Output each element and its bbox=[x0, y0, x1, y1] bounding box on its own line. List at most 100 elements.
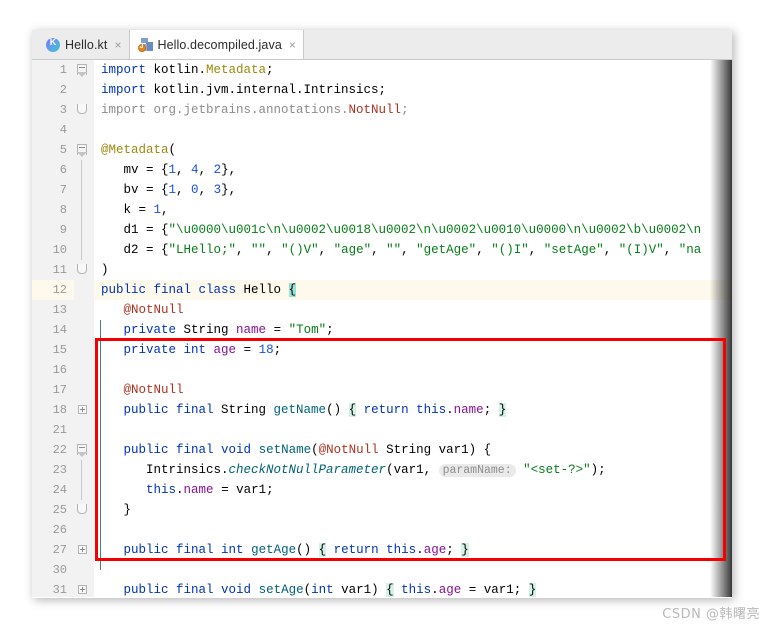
inlay-hint-paramname[interactable]: paramName: bbox=[438, 464, 516, 477]
code-area[interactable]: 1 import kotlin.Metadata; 2 import kotli… bbox=[32, 60, 732, 597]
code-line[interactable]: 31 public final void setAge(int var1) { … bbox=[32, 580, 732, 597]
fold-gutter[interactable] bbox=[74, 560, 94, 580]
code-text: Intrinsics.checkNotNullParameter(var1, p… bbox=[101, 463, 606, 477]
ide-editor-window: Hello.kt × Hello.decompiled.java × bbox=[32, 30, 732, 598]
line-number: 25 bbox=[32, 500, 74, 520]
line-number: 5 bbox=[32, 140, 74, 160]
code-line[interactable]: 14 private String name = "Tom"; bbox=[32, 320, 732, 340]
line-number: 30 bbox=[32, 560, 74, 580]
line-number: 10 bbox=[32, 240, 74, 260]
fold-gutter[interactable] bbox=[74, 380, 94, 400]
line-number: 13 bbox=[32, 300, 74, 320]
code-line[interactable]: 25 } bbox=[32, 500, 732, 520]
code-text: public final void setName(@NotNull Strin… bbox=[123, 443, 492, 457]
line-number: 21 bbox=[32, 420, 74, 440]
code-line[interactable]: 6 mv = {1, 4, 2}, bbox=[32, 160, 732, 180]
screenshot-root: Hello.kt × Hello.decompiled.java × bbox=[0, 0, 768, 626]
code-text: import kotlin.Metadata; bbox=[101, 63, 274, 77]
line-number: 23 bbox=[32, 460, 74, 480]
fold-gutter[interactable] bbox=[74, 440, 94, 460]
code-line[interactable]: 30 bbox=[32, 560, 732, 580]
code-text: public final int getAge() { return this.… bbox=[123, 543, 469, 557]
code-line[interactable]: 23 Intrinsics.checkNotNullParameter(var1… bbox=[32, 460, 732, 480]
line-number: 15 bbox=[32, 340, 74, 360]
code-line[interactable]: 8 k = 1, bbox=[32, 200, 732, 220]
fold-end-icon bbox=[77, 264, 87, 274]
fold-gutter[interactable] bbox=[74, 320, 94, 340]
fold-gutter[interactable] bbox=[74, 60, 94, 80]
fold-gutter[interactable] bbox=[74, 140, 94, 160]
code-line[interactable]: 15 private int age = 18; bbox=[32, 340, 732, 360]
code-editor[interactable]: 1 import kotlin.Metadata; 2 import kotli… bbox=[32, 60, 732, 597]
fold-gutter[interactable] bbox=[74, 300, 94, 320]
code-line[interactable]: 4 bbox=[32, 120, 732, 140]
code-line[interactable]: 24 this.name = var1; bbox=[32, 480, 732, 500]
fold-gutter[interactable] bbox=[74, 540, 94, 560]
tab-hello-kt[interactable]: Hello.kt × bbox=[38, 30, 129, 59]
line-number: 24 bbox=[32, 480, 74, 500]
fold-gutter[interactable] bbox=[74, 200, 94, 220]
tab-label: Hello.decompiled.java bbox=[157, 37, 282, 52]
code-text: this.name = var1; bbox=[146, 483, 274, 497]
line-number: 16 bbox=[32, 360, 74, 380]
fold-gutter[interactable] bbox=[74, 480, 94, 500]
code-line[interactable]: 16 bbox=[32, 360, 732, 380]
code-line[interactable]: 27 public final int getAge() { return th… bbox=[32, 540, 732, 560]
editor-tab-bar: Hello.kt × Hello.decompiled.java × bbox=[32, 30, 732, 60]
tab-label: Hello.kt bbox=[65, 37, 108, 52]
tab-hello-decompiled-java[interactable]: Hello.decompiled.java × bbox=[128, 30, 304, 59]
fold-gutter[interactable] bbox=[74, 220, 94, 240]
code-line[interactable]: 13 @NotNull bbox=[32, 300, 732, 320]
code-line[interactable]: 7 bv = {1, 0, 3}, bbox=[32, 180, 732, 200]
code-text: import kotlin.jvm.internal.Intrinsics; bbox=[101, 83, 387, 97]
code-line[interactable]: 1 import kotlin.Metadata; bbox=[32, 60, 732, 80]
fold-gutter[interactable] bbox=[74, 400, 94, 420]
fold-gutter[interactable] bbox=[74, 160, 94, 180]
fold-gutter[interactable] bbox=[74, 340, 94, 360]
line-number: 8 bbox=[32, 200, 74, 220]
line-number: 11 bbox=[32, 260, 74, 280]
code-line[interactable]: 18 public final String getName() { retur… bbox=[32, 400, 732, 420]
fold-gutter[interactable] bbox=[74, 280, 94, 300]
code-text: private int age = 18; bbox=[123, 343, 282, 357]
code-text: @NotNull bbox=[123, 303, 184, 317]
line-number: 27 bbox=[32, 540, 74, 560]
fold-gutter[interactable] bbox=[74, 180, 94, 200]
code-line[interactable]: 21 bbox=[32, 420, 732, 440]
fold-collapsed-icon bbox=[78, 405, 87, 414]
code-line[interactable]: 5 @Metadata( bbox=[32, 140, 732, 160]
code-line[interactable]: 2 import kotlin.jvm.internal.Intrinsics; bbox=[32, 80, 732, 100]
code-text: d2 = {"LHello;", "", "()V", "age", "", "… bbox=[101, 243, 702, 257]
line-number: 4 bbox=[32, 120, 74, 140]
fold-gutter[interactable] bbox=[74, 420, 94, 440]
fold-gutter[interactable] bbox=[74, 520, 94, 540]
code-line[interactable]: 17 @NotNull bbox=[32, 380, 732, 400]
code-line[interactable]: 11 ) bbox=[32, 260, 732, 280]
close-icon[interactable]: × bbox=[287, 39, 296, 51]
code-line-current[interactable]: 12 public final class Hello { bbox=[32, 280, 732, 300]
fold-gutter[interactable] bbox=[74, 100, 94, 120]
code-line[interactable]: 9 d1 = {"\u0000\u001c\n\u0002\u0018\u000… bbox=[32, 220, 732, 240]
fold-gutter[interactable] bbox=[74, 460, 94, 480]
fold-gutter[interactable] bbox=[74, 260, 94, 280]
line-number: 1 bbox=[32, 60, 74, 80]
fold-gutter[interactable] bbox=[74, 80, 94, 100]
fold-gutter[interactable] bbox=[74, 240, 94, 260]
fold-gutter[interactable] bbox=[74, 580, 94, 597]
code-line[interactable]: 26 bbox=[32, 520, 732, 540]
fold-gutter[interactable] bbox=[74, 500, 94, 520]
fold-gutter[interactable] bbox=[74, 360, 94, 380]
code-line[interactable]: 10 d2 = {"LHello;", "", "()V", "age", ""… bbox=[32, 240, 732, 260]
code-line[interactable]: 3 import org.jetbrains.annotations.NotNu… bbox=[32, 100, 732, 120]
fold-gutter[interactable] bbox=[74, 120, 94, 140]
line-number: 12 bbox=[32, 280, 74, 300]
close-icon[interactable]: × bbox=[112, 39, 121, 51]
line-number: 7 bbox=[32, 180, 74, 200]
line-number: 6 bbox=[32, 160, 74, 180]
code-text: ) bbox=[101, 263, 109, 277]
line-number: 22 bbox=[32, 440, 74, 460]
code-line[interactable]: 22 public final void setName(@NotNull St… bbox=[32, 440, 732, 460]
